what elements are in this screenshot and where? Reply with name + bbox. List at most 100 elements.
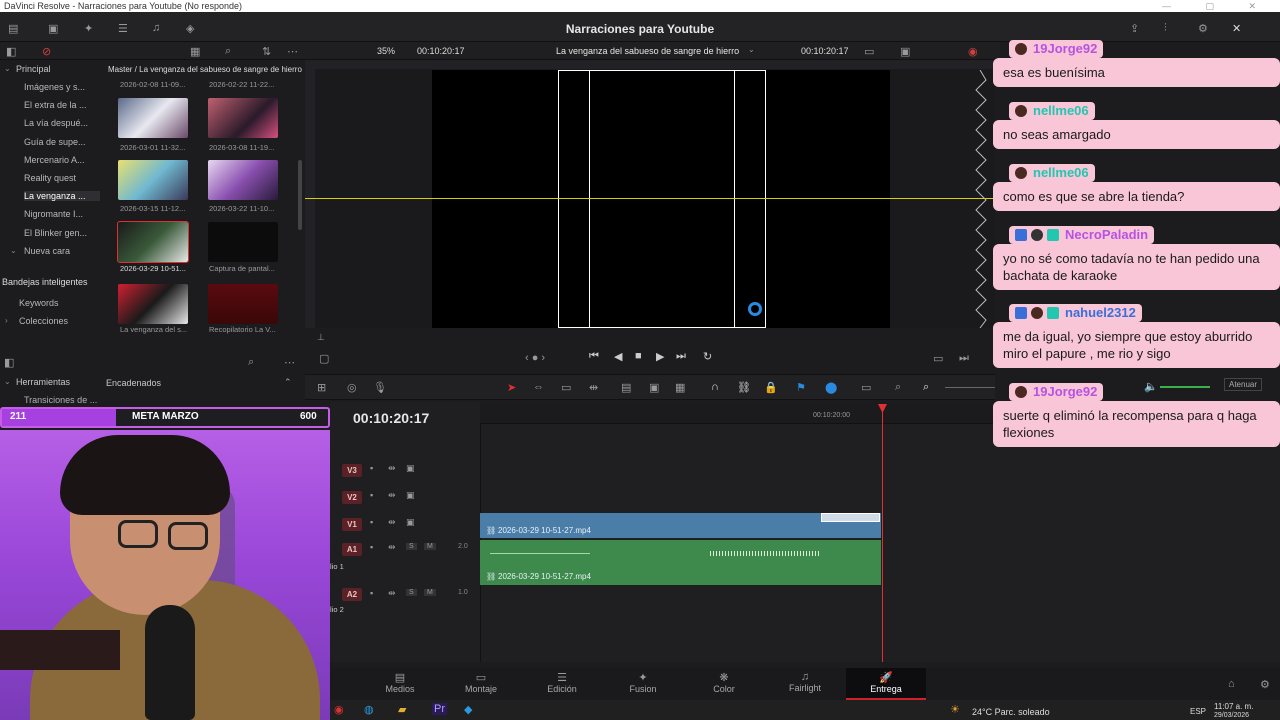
auto-select-icon[interactable]: ⇹ [388,490,396,501]
settings-icon[interactable]: ⚙ [1260,678,1270,691]
home-icon[interactable]: ⌂ [1228,678,1235,690]
marker-icon[interactable]: ⬤ [825,381,837,394]
metadata-icon[interactable]: ⚙ [1198,22,1208,35]
insert-icon[interactable]: ▤ [621,381,631,394]
flag-icon[interactable]: ⚑ [796,381,806,394]
stop-icon[interactable]: ■ [635,350,642,362]
bin-item-selected[interactable]: La venganza ... [24,191,100,201]
media-thumbnail[interactable] [118,284,188,324]
viewer-clip-title[interactable]: La venganza del sabueso de sangre de hie… [556,46,739,56]
solo-button[interactable]: S [406,589,417,596]
tools-header[interactable]: Herramientas [16,377,70,387]
clock-date[interactable]: 29/03/2026 [1214,712,1249,719]
tab-fairlight[interactable]: ♫ Fairlight [765,668,845,700]
snapping-icon[interactable]: ∩ [711,381,719,393]
timeline-view-icon[interactable]: ⊞ [317,381,326,394]
zoom-slider[interactable] [945,387,995,388]
inspector-toggle-icon[interactable]: ✕ [1232,22,1241,35]
bin-item[interactable]: La vía despué... [24,118,88,128]
selection-tool-icon[interactable]: ➤ [507,381,516,394]
track-label[interactable]: A2 [342,588,362,601]
tab-fusion[interactable]: ✦ Fusion [603,668,683,700]
next-clip-icon[interactable]: ⏭ [959,352,969,365]
bin-item[interactable]: Nigromante I... [24,209,83,219]
auto-select-icon[interactable]: ⇹ [388,542,396,553]
chevron-right-icon[interactable]: › [5,316,8,325]
bin-header-principal[interactable]: Principal [16,64,51,74]
loop-icon[interactable]: ↻ [703,350,712,363]
window-controls[interactable]: — ▢ ✕ [1162,0,1272,12]
record-icon[interactable]: ⊘ [42,45,51,58]
media-thumbnail-selected[interactable] [117,221,189,263]
export-icon[interactable]: ⇪ [1130,22,1139,35]
color-picker-icon[interactable]: ◉ [968,45,978,58]
smart-bins-header[interactable]: Bandejas inteligentes [2,277,88,287]
bin-item[interactable]: Mercenario A... [24,155,85,165]
track-enable-icon[interactable]: ▣ [406,463,415,474]
smart-bin-item[interactable]: Keywords [19,298,59,308]
track-label[interactable]: V3 [342,464,362,477]
auto-select-icon[interactable]: ⇹ [388,463,396,474]
search-icon[interactable]: ⌕ [248,356,254,369]
clock-time[interactable]: 11:07 a. m. [1214,702,1253,711]
chevron-down-icon[interactable]: ⌄ [748,45,755,54]
mute-button[interactable]: M [424,543,436,550]
language-indicator[interactable]: ESP [1190,707,1206,716]
bin-item[interactable]: Nueva cara [24,246,70,256]
video-clip[interactable]: ⛓ 2026-03-29 10-51-27.mp4 [480,513,881,538]
fullscreen-icon[interactable]: ▭ [933,352,943,365]
search-icon[interactable]: ⌕ [225,45,231,58]
mixer-icon[interactable]: ⫶ [1164,22,1167,35]
grid-view-icon[interactable]: ▦ [190,45,200,58]
trim-tool-icon[interactable]: ⇔ [533,381,544,393]
more-options-icon[interactable]: ⋯ [284,356,295,369]
mute-button[interactable]: M [424,589,436,596]
tab-media[interactable]: ▤ Medios [360,668,440,700]
track-label[interactable]: V1 [342,518,362,531]
tab-cut[interactable]: ▭ Montaje [441,668,521,700]
media-thumbnail[interactable] [118,98,188,138]
media-thumbnail[interactable] [208,284,278,324]
play-reverse-icon[interactable]: ◀ [614,350,622,363]
replace-icon[interactable]: ▦ [675,381,685,394]
viewer-options-icon[interactable]: ▢ [319,352,329,365]
zoom-level[interactable]: 35% [377,46,395,56]
resolve-app-icon[interactable]: ◉ [334,703,344,716]
overwrite-icon[interactable]: ▣ [649,381,659,394]
sort-icon[interactable]: ⇅ [262,45,271,58]
retime-icon[interactable]: ◎ [347,381,357,394]
smart-bin-item[interactable]: Colecciones [19,316,68,326]
play-icon[interactable]: ▶ [656,350,664,363]
chevron-down-icon[interactable]: ⌄ [10,246,17,255]
transform-box-inner[interactable] [589,70,735,328]
voiceover-icon[interactable]: 🎙 [373,381,387,394]
panel-toggle-icon[interactable]: ◧ [6,45,16,58]
dissolves-header[interactable]: Encadenados [106,378,161,388]
zoom-detail-icon[interactable]: ⌕ [895,381,901,394]
media-pool-scrollbar[interactable] [298,160,302,230]
viewer-canvas[interactable] [432,70,890,328]
chevron-down-icon[interactable]: ⌄ [4,64,11,73]
track-label[interactable]: V2 [342,491,362,504]
lock-icon[interactable]: ▪ [370,542,373,552]
tab-edit[interactable]: ☰ Edición [522,668,602,700]
bin-item[interactable]: El Blinker gen... [24,228,87,238]
zoom-custom-icon[interactable]: ⌕ [923,381,929,394]
lock-icon[interactable]: ▪ [370,463,373,473]
tab-color[interactable]: ❋ Color [684,668,764,700]
bin-item[interactable]: El extra de la ... [24,100,87,110]
media-thumbnail[interactable] [208,160,278,200]
transitions-item[interactable]: Transiciones de ... [24,395,97,405]
premiere-app-icon[interactable]: Pr [432,703,447,715]
panel-toggle-icon[interactable]: ◧ [4,356,14,369]
browser-app-icon[interactable]: ◍ [364,703,374,716]
link-icon[interactable]: ⛓ [737,381,751,394]
weather-text[interactable]: 24°C Parc. soleado [972,707,1050,717]
bin-item[interactable]: Imágenes y s... [24,82,85,92]
jog-icon[interactable]: ‹ ● › [525,352,545,364]
go-to-end-icon[interactable]: ⏭ [676,350,686,363]
track-enable-icon[interactable]: ▣ [406,517,415,528]
blade-tool-icon[interactable]: ⇹ [589,381,598,394]
viewer-mode-icon[interactable]: ▭ [864,45,874,58]
track-label[interactable]: A1 [342,543,362,556]
